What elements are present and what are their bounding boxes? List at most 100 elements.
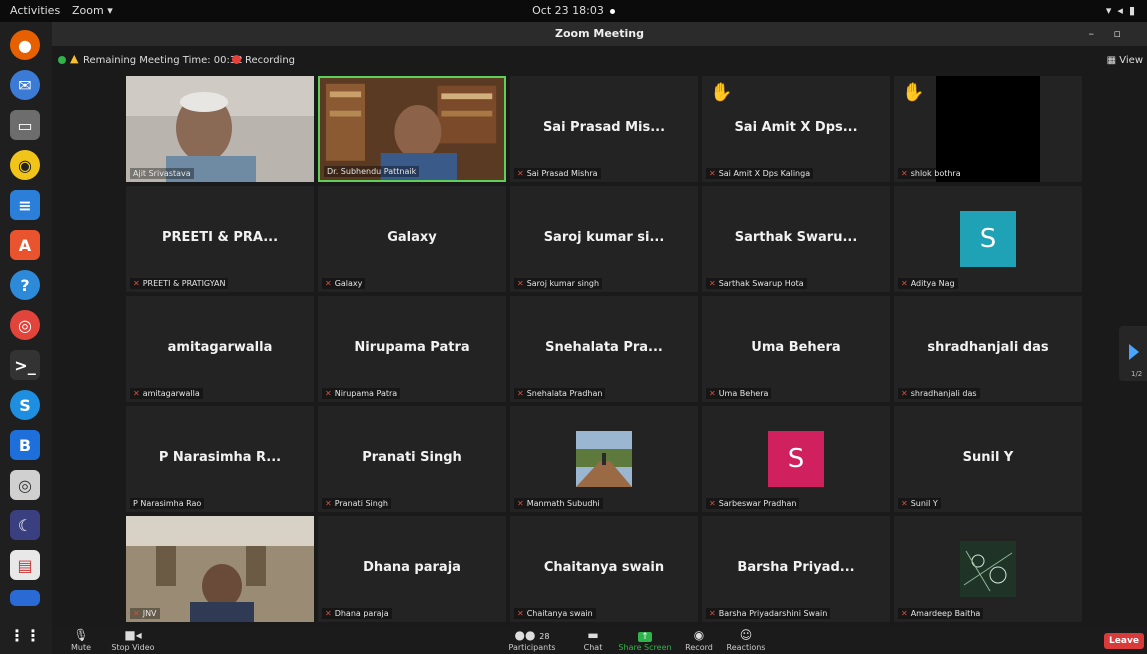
muted-microphone-icon: ✕ (709, 609, 716, 618)
files-icon[interactable]: ▭ (10, 110, 40, 140)
bluejeans-icon[interactable]: B (10, 430, 40, 460)
muted-microphone-icon: ✕ (901, 609, 908, 618)
muted-microphone-icon: ✕ (901, 279, 908, 288)
zoom-dock-icon[interactable] (10, 590, 40, 606)
participant-avatar: S (960, 211, 1016, 267)
participant-tile[interactable]: Saroj kumar si... ✕ Saroj kumar singh (510, 186, 698, 292)
participant-name-label: ✕ Barsha Priyadarshini Swain (706, 608, 831, 619)
participant-name-label: ✕ Amardeep Baitha (898, 608, 984, 619)
participant-tile[interactable]: Sunil Y ✕ Sunil Y (894, 406, 1082, 512)
volume-icon: ◂ (1117, 4, 1129, 17)
participant-display-name: Barsha Priyad... (737, 560, 855, 575)
participant-display-name: Pranati Singh (362, 450, 462, 465)
chrome-icon[interactable]: ◎ (10, 310, 40, 340)
participant-display-name: Chaitanya swain (543, 560, 665, 575)
share-screen-button[interactable]: ↑ Share Screen (618, 628, 672, 652)
participant-display-name: Saroj kumar si... (543, 230, 665, 245)
participant-tile[interactable]: shradhanjali das ✕ shradhanjali das (894, 296, 1082, 402)
record-button[interactable]: ◉ Record (684, 628, 714, 652)
participant-name-label: ✕ JNV (130, 608, 160, 619)
skype-icon[interactable]: S (10, 390, 40, 420)
participant-tile[interactable]: Nirupama Patra ✕ Nirupama Patra (318, 296, 506, 402)
participant-name-label: ✕ Uma Behera (706, 388, 772, 399)
muted-microphone-icon: ✕ (517, 389, 524, 398)
participant-tile[interactable]: Sai Prasad Mis... ✕ Sai Prasad Mishra (510, 76, 698, 182)
mute-button[interactable]: 🎙 Mute (68, 628, 94, 652)
record-label: Record (685, 643, 713, 652)
next-page-button[interactable]: 1/2 (1119, 326, 1147, 381)
thunderbird-icon[interactable]: ✉ (10, 70, 40, 100)
terminal-icon[interactable]: >_ (10, 350, 40, 380)
participant-name-label: ✕ Nirupama Patra (322, 388, 401, 399)
participant-name-label: ✕ PREETI & PRATIGYAN (130, 278, 229, 289)
reactions-label: Reactions (726, 643, 766, 652)
notification-dot-icon (609, 8, 615, 14)
muted-microphone-icon: ✕ (517, 279, 524, 288)
software-center-icon[interactable]: A (10, 230, 40, 260)
participant-name: Amardeep Baitha (910, 609, 981, 618)
participant-name-label: ✕ Saroj kumar singh (514, 278, 603, 289)
participant-tile[interactable]: Dr. Subhendu Pattnaik (318, 76, 506, 182)
participant-name: Galaxy (334, 279, 363, 288)
participant-name-label: ✕ Manmath Subudhi (514, 498, 603, 509)
participant-tile[interactable]: Chaitanya swain ✕ Chaitanya swain (510, 516, 698, 622)
security-shield-icon[interactable] (58, 56, 66, 64)
wifi-icon: ▾ (1105, 4, 1118, 17)
participant-name-label: ✕ Galaxy (322, 278, 366, 289)
participant-name-label: P Narasimha Rao (130, 498, 205, 509)
stop-video-button[interactable]: ■◂ Stop Video (110, 628, 156, 652)
participant-name-label: ✕ Chaitanya swain (514, 608, 596, 619)
participant-tile[interactable]: Ajit Srivastava (126, 76, 314, 182)
participant-tile[interactable]: Uma Behera ✕ Uma Behera (702, 296, 890, 402)
participant-tile[interactable]: ✋ ✕ shlok bothra (894, 76, 1082, 182)
participant-tile[interactable]: Barsha Priyad... ✕ Barsha Priyadarshini Sw… (702, 516, 890, 622)
participant-tile[interactable]: S ✕ Sarbeswar Pradhan (702, 406, 890, 512)
participants-button[interactable]: ●● 28 Participants (504, 628, 560, 652)
participant-name-label: ✕ amitagarwalla (130, 388, 203, 399)
rhythmbox-icon[interactable]: ◉ (10, 150, 40, 180)
application-dock: ● ✉ ▭ ◉ ≡ A ? ◎ >_ S B ◎ ☾ ▤ ⋮⋮ (0, 22, 52, 654)
participant-tile[interactable]: ✕ JNV (126, 516, 314, 622)
document-viewer-icon[interactable]: ▤ (10, 550, 40, 580)
show-apps-grid-icon[interactable]: ⋮⋮ (9, 620, 41, 650)
participant-tile[interactable]: Dhana paraja ✕ Dhana paraja (318, 516, 506, 622)
participant-tile[interactable]: P Narasimha R... P Narasimha Rao (126, 406, 314, 512)
page-indicator: 1/2 (1131, 370, 1143, 378)
participant-tile[interactable]: ✕ Amardeep Baitha (894, 516, 1082, 622)
participant-display-name: shradhanjali das (927, 340, 1049, 355)
participant-name: Manmath Subudhi (526, 499, 600, 508)
participant-tile[interactable]: Snehalata Pra... ✕ Snehalata Pradhan (510, 296, 698, 402)
help-icon[interactable]: ? (10, 270, 40, 300)
reactions-button[interactable]: ☺ Reactions (724, 628, 768, 652)
participant-name-label: Ajit Srivastava (130, 168, 194, 179)
participants-icon: ●● 28 (514, 628, 550, 642)
muted-microphone-icon: ✕ (325, 609, 332, 618)
participant-tile[interactable]: S ✕ Aditya Nag (894, 186, 1082, 292)
participant-name: amitagarwalla (142, 389, 200, 398)
cheese-camera-icon[interactable]: ◎ (10, 470, 40, 500)
participant-name: Uma Behera (718, 389, 769, 398)
system-tray[interactable]: ▾◂▮ (1106, 4, 1141, 17)
raised-hand-icon: ✋ (902, 82, 925, 103)
participant-tile[interactable]: amitagarwalla ✕ amitagarwalla (126, 296, 314, 402)
share-screen-label: Share Screen (618, 643, 672, 652)
recording-label[interactable]: Recording (245, 55, 295, 66)
participant-tile[interactable]: Galaxy ✕ Galaxy (318, 186, 506, 292)
participant-tile[interactable]: Sarthak Swaru... ✕ Sarthak Swarup Hota (702, 186, 890, 292)
firefox-icon[interactable]: ● (10, 30, 40, 60)
writer-icon[interactable]: ≡ (10, 190, 40, 220)
participant-tile[interactable]: PREETI & PRA... ✕ PREETI & PRATIGYAN (126, 186, 314, 292)
system-clock[interactable]: Oct 23 18:03 (0, 4, 1147, 17)
participant-tile[interactable]: ✕ Manmath Subudhi (510, 406, 698, 512)
chat-button[interactable]: ▬ Chat (580, 628, 606, 652)
participant-name: Nirupama Patra (334, 389, 398, 398)
participant-tile[interactable]: Pranati Singh ✕ Pranati Singh (318, 406, 506, 512)
participant-display-name: Snehalata Pra... (545, 340, 663, 355)
participant-tile[interactable]: Sai Amit X Dps... ✋ ✕ Sai Amit X Dps Kaling… (702, 76, 890, 182)
participant-name: Ajit Srivastava (133, 169, 191, 178)
window-controls[interactable]: – ▫ (1089, 22, 1129, 46)
view-button[interactable]: ▦ View (1107, 55, 1143, 66)
night-app-icon[interactable]: ☾ (10, 510, 40, 540)
muted-microphone-icon: ✕ (325, 279, 332, 288)
leave-button[interactable]: Leave (1104, 633, 1144, 649)
